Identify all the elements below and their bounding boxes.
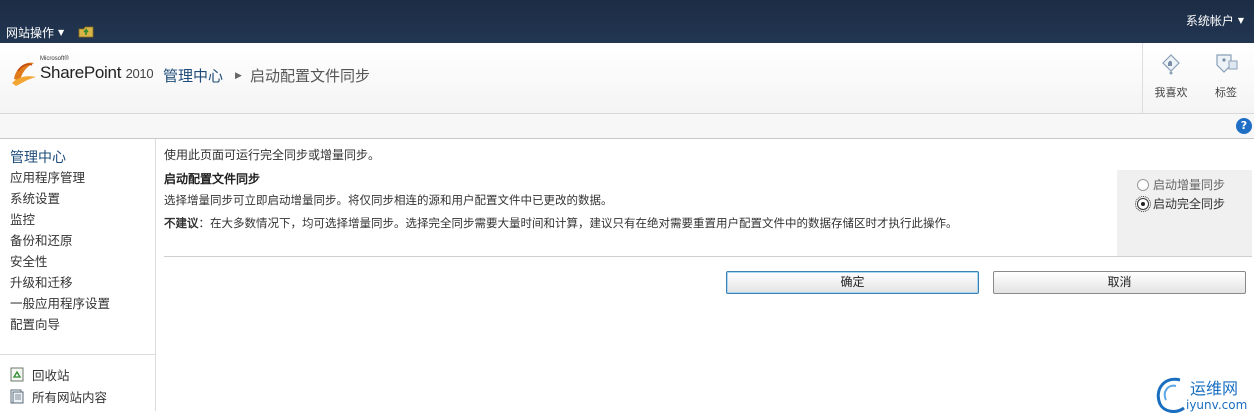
recycle-bin-label: 回收站	[32, 367, 70, 383]
user-account-menu[interactable]: 系统帐户 ▼	[1186, 12, 1244, 29]
navigate-up-icon[interactable]	[78, 24, 94, 38]
main-content: 使用此页面可运行完全同步或增量同步。 启动配置文件同步 选择增量同步可立即启动增…	[164, 146, 1252, 294]
nav-item-config-wizards[interactable]: 配置向导	[10, 316, 110, 337]
cancel-button[interactable]: 取消	[993, 271, 1246, 294]
site-actions-label: 网站操作	[6, 26, 55, 40]
option-full-sync[interactable]: 启动完全同步	[1135, 194, 1252, 213]
site-content-icon	[10, 389, 24, 403]
nav-item-upgrade-migration[interactable]: 升级和迁移	[10, 274, 110, 295]
breadcrumb-arrow-icon: ▶	[235, 70, 242, 81]
note-text: ：在大多数情况下，均可选择增量同步。选择完全同步需要大量时间和计算，建议只有在绝…	[198, 216, 958, 230]
i-like-it-button[interactable]: 我喜欢	[1142, 43, 1198, 113]
nav-item-monitoring[interactable]: 监控	[10, 211, 110, 232]
page-title: 启动配置文件同步	[249, 67, 370, 85]
watermark-text: 运维网	[1190, 379, 1239, 398]
microsoft-label: Microsoft®	[40, 56, 69, 62]
nav-item-backup-restore[interactable]: 备份和还原	[10, 232, 110, 253]
chevron-down-icon: ▼	[1237, 16, 1244, 25]
section-note: 不建议：在大多数情况下，均可选择增量同步。选择完全同步需要大量时间和计算，建议只…	[164, 215, 1252, 231]
incremental-sync-radio[interactable]	[1137, 178, 1149, 191]
account-label: 系统帐户	[1185, 14, 1234, 28]
nav-list: 应用程序管理 系统设置 监控 备份和还原 安全性 升级和迁移 一般应用程序设置 …	[10, 169, 110, 337]
recycle-bin-icon	[10, 367, 24, 381]
watermark-logo-icon	[1156, 377, 1185, 413]
nav-item-general-app-settings[interactable]: 一般应用程序设置	[10, 295, 110, 316]
thumbs-up-icon	[1162, 54, 1180, 75]
title-area: Microsoft® SharePoint 2010 管理中心 ▶ 启动配置文件…	[0, 43, 1254, 114]
sharepoint-logo: Microsoft® SharePoint 2010	[10, 55, 160, 95]
top-ribbon-bar: 网站操作 ▼ 系统帐户 ▼	[0, 0, 1254, 43]
nav-item-security[interactable]: 安全性	[10, 253, 110, 274]
note-label: 不建议	[164, 216, 199, 230]
recycle-bin-link[interactable]: 回收站	[10, 363, 107, 385]
version-label: 2010	[125, 66, 154, 81]
watermark-url: iyunv.com	[1186, 398, 1248, 412]
site-actions-menu[interactable]: 网站操作 ▼	[6, 24, 64, 41]
option-incremental-sync[interactable]: 启动增量同步	[1137, 175, 1252, 194]
chevron-down-icon: ▼	[58, 28, 65, 37]
watermark: 运维网 iyunv.com	[1150, 372, 1254, 418]
sync-section: 启动配置文件同步 选择增量同步可立即启动增量同步。将仅同步相连的源和用户配置文件…	[164, 170, 1252, 257]
sharepoint-logo-icon	[12, 62, 36, 86]
sync-options: 启动增量同步 启动完全同步	[1117, 170, 1252, 256]
section-title: 启动配置文件同步	[164, 172, 261, 186]
nav-bottom-links: 回收站 所有网站内容	[10, 363, 107, 407]
tags-label: 标签	[1215, 86, 1237, 99]
product-label: SharePoint	[40, 63, 122, 82]
nav-item-application-management[interactable]: 应用程序管理	[10, 169, 110, 190]
tags-notes-button[interactable]: 标签	[1198, 43, 1254, 113]
all-content-label: 所有网站内容	[32, 389, 108, 405]
nav-heading-central-admin[interactable]: 管理中心	[10, 147, 66, 167]
nav-item-system-settings[interactable]: 系统设置	[10, 190, 110, 211]
like-label: 我喜欢	[1154, 86, 1188, 99]
full-sync-radio[interactable]	[1135, 195, 1151, 212]
help-strip: ?	[0, 114, 1254, 139]
page-description: 使用此页面可运行完全同步或增量同步。	[164, 148, 381, 162]
breadcrumb-root-link[interactable]: 管理中心	[163, 65, 223, 86]
ok-button[interactable]: 确定	[726, 271, 979, 294]
left-navigation: 管理中心 应用程序管理 系统设置 监控 备份和还原 安全性 升级和迁移 一般应用…	[0, 139, 156, 411]
breadcrumb: 管理中心 ▶ 启动配置文件同步	[163, 65, 370, 86]
full-sync-label: 启动完全同步	[1153, 197, 1226, 211]
nav-divider	[0, 354, 155, 355]
all-site-content-link[interactable]: 所有网站内容	[10, 385, 107, 407]
help-icon[interactable]: ?	[1236, 118, 1252, 134]
product-name: SharePoint 2010	[40, 63, 154, 83]
incremental-sync-label: 启动增量同步	[1153, 178, 1226, 192]
section-description: 选择增量同步可立即启动增量同步。将仅同步相连的源和用户配置文件中已更改的数据。	[164, 193, 613, 207]
tag-icon	[1216, 54, 1238, 73]
